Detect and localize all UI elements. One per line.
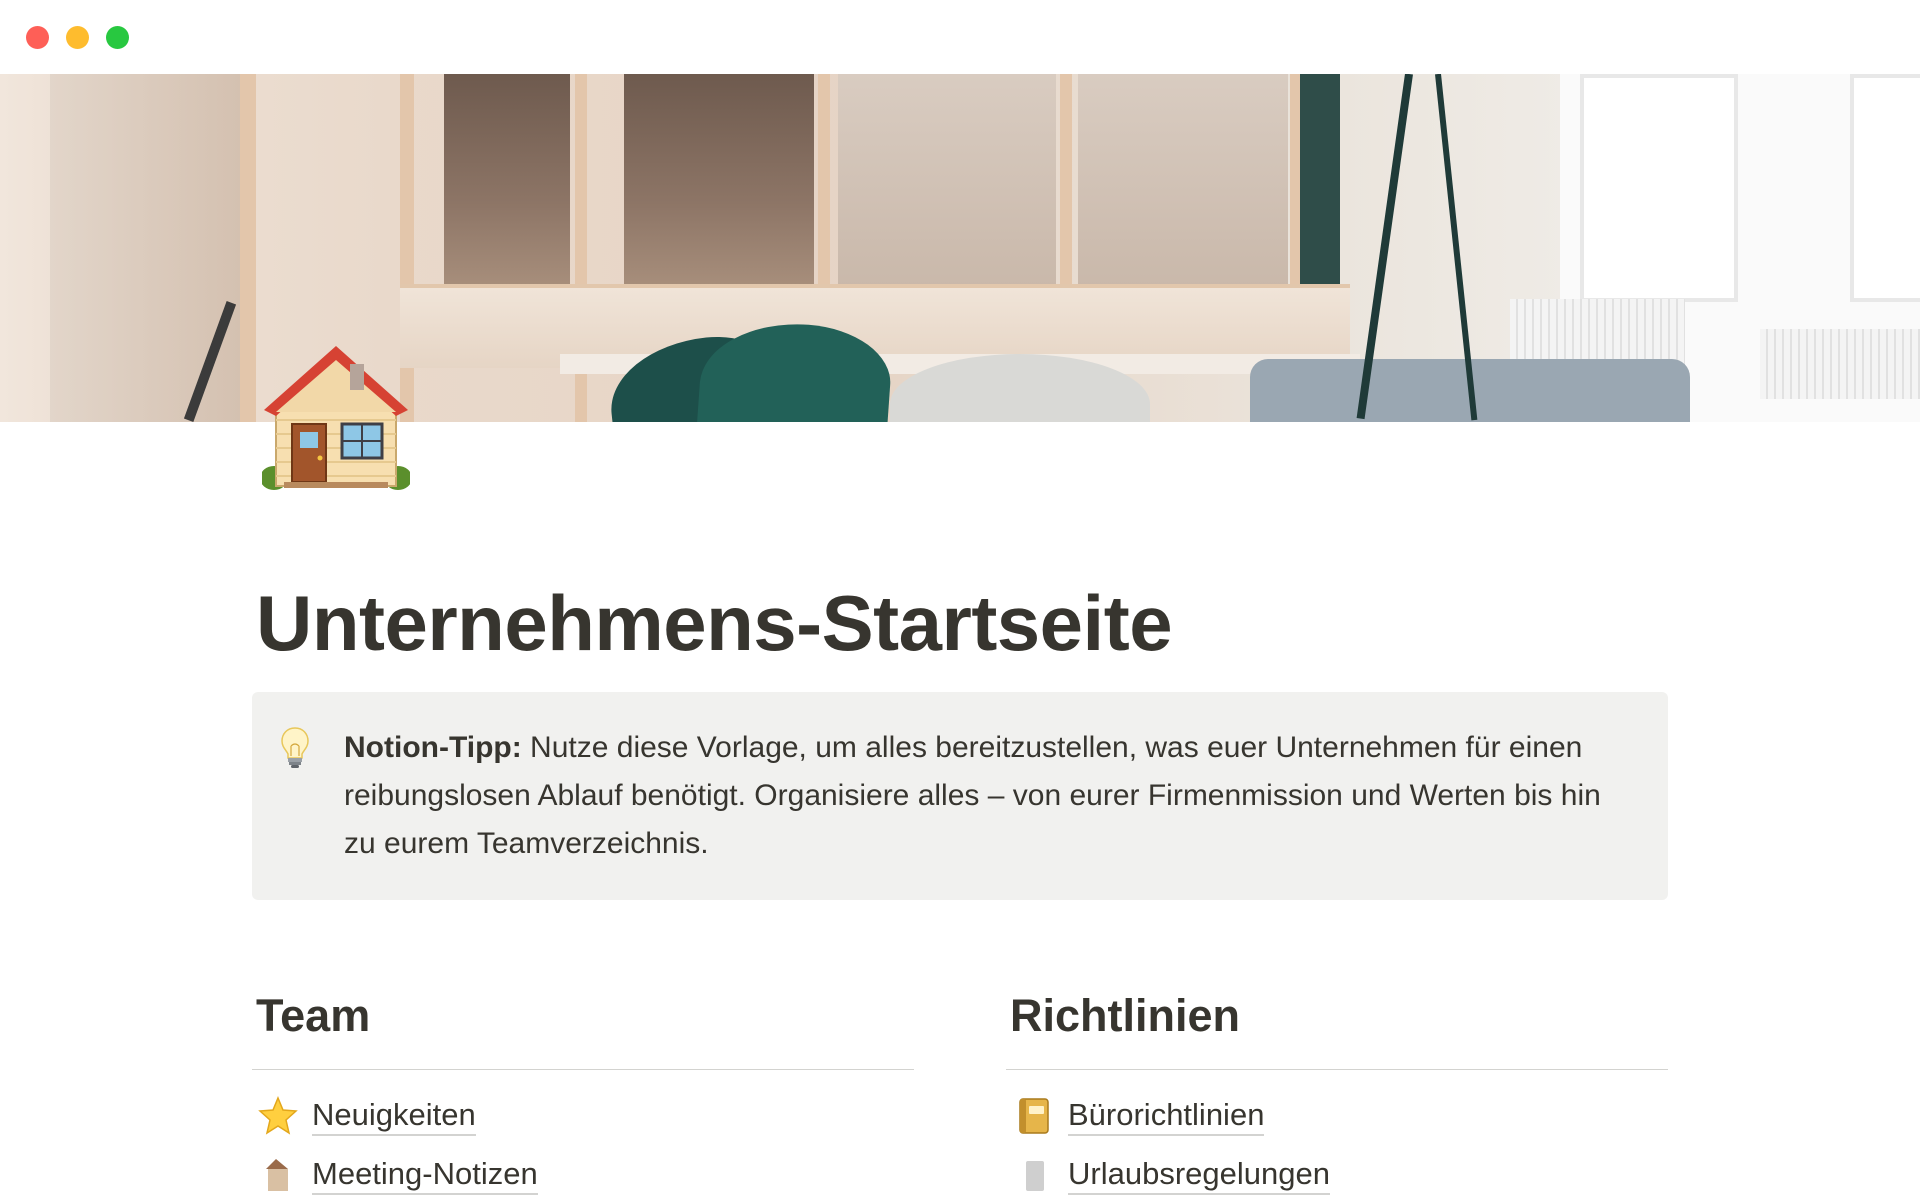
heading-team[interactable]: Team [256,988,370,1044]
heading-richtlinien[interactable]: Richtlinien [1010,988,1240,1044]
star-icon [258,1096,298,1136]
callout-text: Notion-Tipp: Nutze diese Vorlage, um all… [344,724,1634,868]
house-icon[interactable] [260,338,412,493]
page-link-label: Bürorichtlinien [1068,1096,1265,1136]
callout-body: Nutze diese Vorlage, um alles bereitzust… [344,731,1601,860]
cover-glass-pane [624,74,814,289]
callout-bold-prefix: Notion-Tipp: [344,731,522,764]
page-link-neuigkeiten[interactable]: Neuigkeiten [258,1091,476,1141]
page-icon [258,1155,298,1195]
divider-richtlinien [1006,1069,1668,1070]
minimize-window-button[interactable] [66,26,89,49]
callout-block[interactable]: Notion-Tipp: Nutze diese Vorlage, um all… [252,692,1668,900]
cover-glass-pane [1300,74,1340,289]
page-link-meeting-notizen[interactable]: Meeting-Notizen [258,1150,538,1200]
page-link-urlaubsregelungen[interactable]: Urlaubsregelungen [1014,1150,1330,1200]
lightbulb-icon[interactable] [280,726,310,770]
close-window-button[interactable] [26,26,49,49]
zoom-window-button[interactable] [106,26,129,49]
cover-radiator [1760,329,1920,399]
page-icon [1014,1155,1054,1195]
page-link-label: Neuigkeiten [312,1096,476,1136]
cover-post [240,74,256,422]
page-title[interactable]: Unternehmens-Startseite [256,578,1173,668]
cover-window-frame [1850,74,1920,302]
cover-glass-pane [444,74,570,289]
notebook-icon [1014,1096,1054,1136]
cover-glass-pane [1078,74,1288,289]
page-link-buerorichtlinien[interactable]: Bürorichtlinien [1014,1091,1265,1141]
divider-team [252,1069,914,1070]
cover-window-frame [1580,74,1738,302]
window-titlebar [0,0,1920,74]
page-link-label: Urlaubsregelungen [1068,1155,1330,1195]
page-link-label: Meeting-Notizen [312,1155,538,1195]
cover-glass-pane [838,74,1056,289]
